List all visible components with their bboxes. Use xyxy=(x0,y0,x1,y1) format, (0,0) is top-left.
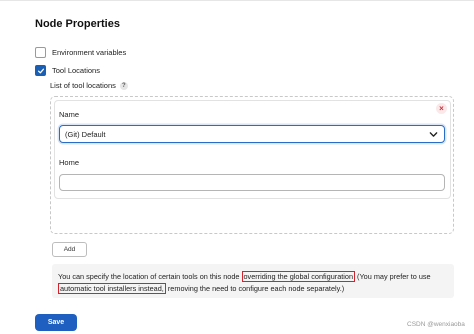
info-highlight-2: automatic tool installers instead, xyxy=(58,283,166,294)
add-button[interactable]: Add xyxy=(52,242,87,257)
environment-variables-option[interactable]: Environment variables xyxy=(35,47,126,58)
tool-locations-option[interactable]: Tool Locations xyxy=(35,65,100,76)
info-highlight-1: overriding the global configuration xyxy=(241,271,356,282)
help-icon[interactable]: ? xyxy=(119,81,128,90)
chevron-down-icon xyxy=(429,131,438,137)
home-label: Home xyxy=(59,158,80,167)
name-select[interactable]: (Git) Default xyxy=(59,125,445,143)
environment-variables-label: Environment variables xyxy=(52,48,127,57)
info-message: You can specify the location of certain … xyxy=(52,264,454,298)
home-input[interactable] xyxy=(59,174,445,191)
list-label-text: List of tool locations xyxy=(50,81,116,90)
tool-locations-checkbox[interactable] xyxy=(35,65,46,76)
section-title: Node Properties xyxy=(35,18,120,30)
remove-entry-button[interactable]: × xyxy=(436,103,447,114)
save-button[interactable]: Save xyxy=(35,314,77,331)
info-text-part1: You can specify the location of certain … xyxy=(58,272,242,281)
name-label: Name xyxy=(59,110,80,119)
info-text-part2: (You may prefer to use xyxy=(355,272,431,281)
environment-variables-checkbox[interactable] xyxy=(35,47,46,58)
tool-locations-list-label: List of tool locations ? xyxy=(50,81,128,90)
name-select-value: (Git) Default xyxy=(65,129,106,139)
checkmark-icon xyxy=(37,68,44,73)
watermark: CSDN @wenxiaoba xyxy=(407,321,465,328)
top-divider xyxy=(0,0,474,1)
tool-locations-label: Tool Locations xyxy=(52,66,100,75)
info-text-part3: removing the need to configure each node… xyxy=(165,284,345,293)
